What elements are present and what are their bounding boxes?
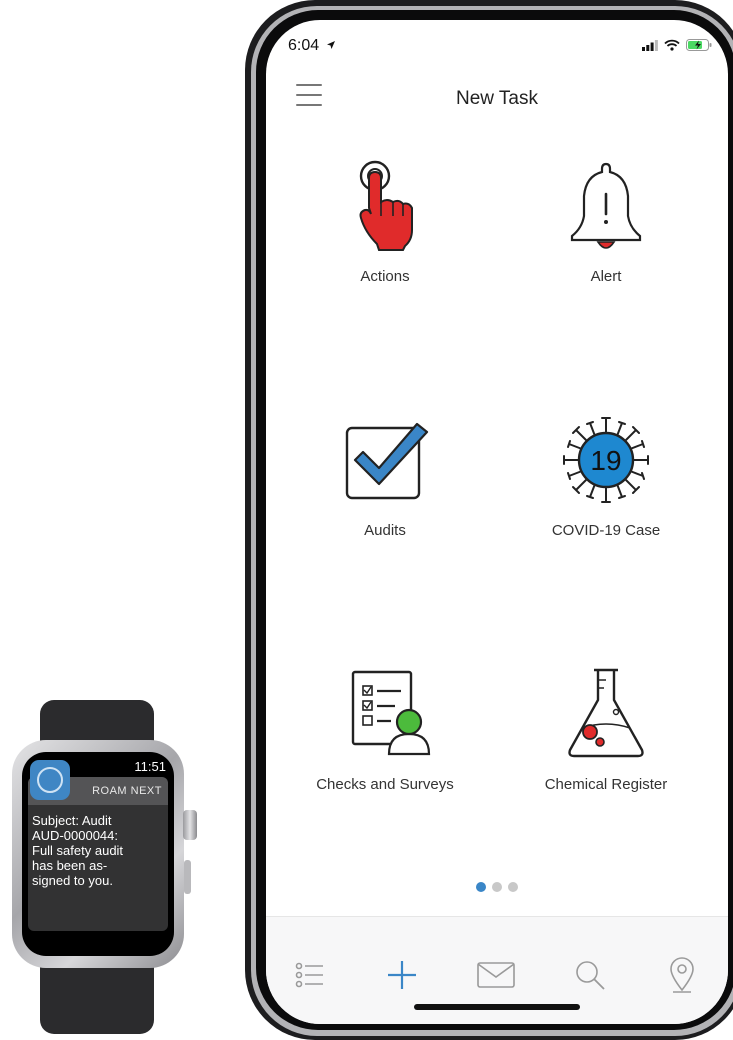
- tile-chemical-register[interactable]: Chemical Register: [506, 666, 706, 793]
- tile-alert-label: Alert: [590, 268, 622, 285]
- tab-location[interactable]: [662, 955, 702, 995]
- flask-icon: [568, 668, 644, 758]
- tab-list[interactable]: [290, 955, 330, 995]
- page-indicator[interactable]: [266, 882, 728, 892]
- location-pin-icon: [670, 957, 694, 993]
- phone-screen: 6:04 New Task Actions Alert Audits 19 CO…: [266, 20, 728, 1024]
- virus-badge-number: 19: [590, 445, 621, 476]
- battery-charging-icon: [686, 39, 712, 51]
- tile-actions[interactable]: Actions: [285, 158, 485, 285]
- roam-app-icon: [30, 760, 70, 800]
- plus-icon: [388, 961, 416, 989]
- home-indicator[interactable]: [414, 1004, 580, 1010]
- watch-band-bottom: [40, 958, 154, 1034]
- checkbox-icon: [345, 422, 429, 500]
- tile-covid-label: COVID-19 Case: [551, 522, 661, 539]
- signal-icon: [642, 39, 658, 51]
- wifi-icon: [664, 39, 680, 51]
- page-dot-active[interactable]: [476, 882, 486, 892]
- tile-checks-label: Checks and Surveys: [316, 776, 454, 793]
- tile-alert[interactable]: Alert: [506, 158, 706, 285]
- checklist-person-icon: [351, 670, 431, 756]
- watch-notification[interactable]: 11:51 ROAM NEXT Subject: Audit AUD-00000…: [22, 752, 174, 956]
- page-dot[interactable]: [508, 882, 518, 892]
- status-time-text: 6:04: [288, 37, 320, 54]
- list-icon: [295, 962, 323, 988]
- tab-search[interactable]: [570, 955, 610, 995]
- watch-message-line: has been as-: [32, 858, 108, 873]
- tile-audits[interactable]: Audits: [285, 412, 485, 539]
- bell-icon: [570, 162, 642, 249]
- status-bar-time: 6:04: [288, 37, 336, 55]
- watch-message: Subject: Audit AUD-0000044: Full safety …: [32, 813, 166, 888]
- virus-icon: 19: [563, 417, 649, 503]
- watch-message-line: Full safety audit: [32, 843, 124, 858]
- status-bar-icons: [642, 39, 712, 51]
- watch-app-name: ROAM NEXT: [92, 785, 162, 797]
- search-icon: [576, 961, 605, 990]
- tile-audits-label: Audits: [364, 522, 406, 539]
- location-arrow-icon: [326, 41, 335, 49]
- tab-new-task[interactable]: [382, 955, 422, 995]
- page-dot[interactable]: [492, 882, 502, 892]
- watch-digital-crown[interactable]: [183, 810, 197, 840]
- watch-notification-body: Subject: Audit AUD-0000044: Full safety …: [28, 805, 168, 931]
- tile-actions-label: Actions: [360, 268, 410, 285]
- watch-side-button[interactable]: [184, 860, 191, 894]
- tile-checks-and-surveys[interactable]: Checks and Surveys: [285, 666, 485, 793]
- tile-chemical-label: Chemical Register: [544, 776, 668, 793]
- tab-messages[interactable]: [476, 955, 516, 995]
- tile-covid-19-case[interactable]: 19 COVID-19 Case: [506, 412, 706, 539]
- watch-time: 11:51: [134, 759, 166, 774]
- page-title: New Task: [455, 88, 538, 109]
- mail-icon: [477, 962, 515, 988]
- watch-message-line: signed to you.: [32, 873, 113, 888]
- watch-message-line: AUD-0000044:: [32, 828, 118, 843]
- watch-message-line: Subject: Audit: [32, 813, 112, 828]
- pointing-hand-icon: [359, 160, 413, 251]
